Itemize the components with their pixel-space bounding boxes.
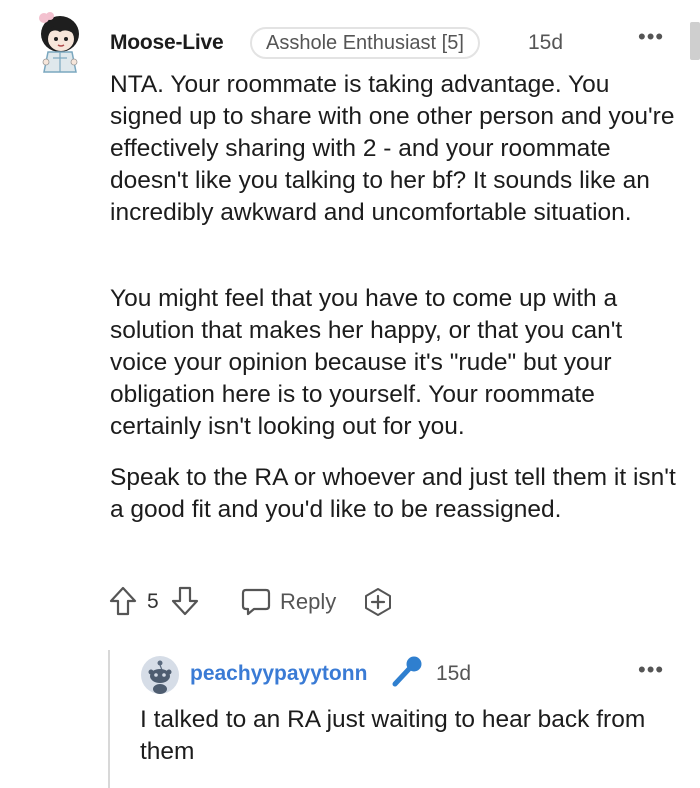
upvote-button[interactable] xyxy=(108,585,138,617)
comment-age: 15d xyxy=(528,31,564,54)
microphone-icon-graphic xyxy=(392,656,422,687)
reply-username[interactable]: peachyypayytonn xyxy=(190,662,367,686)
comment-paragraph: Speak to the RA or whoever and just tell… xyxy=(110,464,676,523)
user-flair: Asshole Enthusiast [5] xyxy=(250,27,480,59)
reply-text: I talked to an RA just waiting to hear b… xyxy=(140,706,646,765)
reply-icon xyxy=(241,588,271,616)
award-icon xyxy=(365,588,391,616)
snoo-avatar-icon xyxy=(141,656,179,694)
scrollbar-thumb[interactable] xyxy=(690,22,700,60)
microphone-icon xyxy=(388,654,424,690)
downvote-button[interactable] xyxy=(170,585,200,617)
reply-more-options-button[interactable]: ••• xyxy=(638,657,664,683)
reply-button[interactable]: Reply xyxy=(240,586,336,618)
vote-score: 5 xyxy=(147,590,159,613)
reply-avatar[interactable] xyxy=(141,656,179,694)
comment-username[interactable]: Moose-Live xyxy=(110,31,224,55)
thread-line[interactable] xyxy=(108,650,110,788)
upvote-icon xyxy=(109,586,137,616)
comment-paragraph: NTA. Your roommate is taking advantage. … xyxy=(110,71,675,226)
more-options-button[interactable]: ••• xyxy=(638,24,664,50)
avatar-icon xyxy=(39,12,79,73)
reply-label: Reply xyxy=(280,589,337,614)
avatar[interactable] xyxy=(36,12,84,76)
comment-paragraph: You might feel that you have to come up … xyxy=(110,285,623,440)
downvote-icon xyxy=(171,586,199,616)
award-button[interactable] xyxy=(362,586,394,618)
reply-age: 15d xyxy=(436,662,472,685)
